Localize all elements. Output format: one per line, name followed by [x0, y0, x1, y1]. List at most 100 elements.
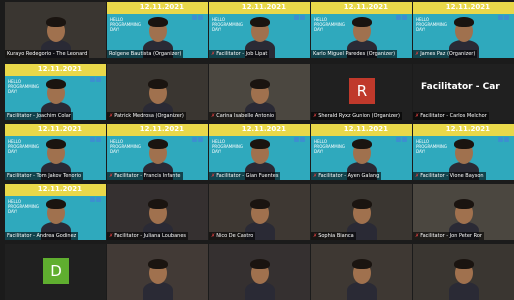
participant-tile[interactable]: 12.11.2021 HELLO PROGRAMMING DAY! ✗Facilit…: [311, 124, 412, 180]
mic-off-icon: ✗: [313, 113, 318, 119]
participant-name: ✗Nico De Castro: [209, 232, 256, 240]
mic-off-icon: ✗: [313, 233, 318, 239]
participant-name: ✗Facilitator - Ayen Galang: [311, 172, 382, 180]
banner-icons: [89, 187, 103, 202]
participant-name: ✗Facilitator - Jon Peter Ror: [413, 232, 484, 240]
participant-video: [243, 256, 277, 300]
participant-name: ✗Carina Isabelle Antonio: [209, 112, 277, 120]
mic-off-icon: ✗: [313, 173, 318, 179]
participant-name-text: Rolgene Bautista (Organizer): [109, 51, 182, 57]
participant-tile[interactable]: 12.11.2021 HELLO PROGRAMMING DAY! ✗Facilit…: [209, 124, 310, 180]
participant-tile[interactable]: ✗Patrick Medrosa (Organizer): [107, 64, 208, 120]
participant-tile[interactable]: 12.11.2021 HELLO PROGRAMMING DAY! ✗James P…: [413, 2, 514, 58]
participant-name-text: Sherald Ryxz Gunion (Organizer): [318, 113, 401, 119]
event-date: 12.11.2021: [37, 185, 82, 193]
event-date: 12.11.2021: [343, 125, 388, 133]
background-text: HELLO PROGRAMMING DAY!: [8, 139, 39, 154]
participant-video: [447, 256, 481, 300]
event-date: 12.11.2021: [37, 65, 82, 73]
participant-name-text: Facilitator - Jon Peter Ror: [420, 233, 482, 239]
banner-icons: [497, 127, 511, 142]
participant-name-text: Facilitator - Juliana Loubanes: [114, 233, 187, 239]
participant-tile[interactable]: 12.11.2021 HELLO PROGRAMMING DAY! ✗Facilit…: [107, 124, 208, 180]
participant-name-text: Sophia Bianca: [318, 233, 354, 239]
participant-name-text: Nico De Castro: [216, 233, 254, 239]
event-date: 12.11.2021: [37, 125, 82, 133]
participant-name: Facilitator - Tom Jakov Tenorio: [5, 172, 84, 180]
participant-tile[interactable]: ✗Carina Isabelle Antonio: [209, 64, 310, 120]
video-grid: Kurayo Redegorio - The Leonard 12.11.2021…: [0, 0, 514, 300]
participant-name: ✗Facilitator - Juliana Loubanes: [107, 232, 189, 240]
participant-name-text: Carina Isabelle Antonio: [216, 113, 275, 119]
participant-tile[interactable]: ✗Facilitator - Jon Peter Ror: [413, 184, 514, 240]
participant-name-text: Facilitator - Gian Fuentes: [216, 173, 279, 179]
participant-tile[interactable]: 12.11.2021 HELLO PROGRAMMING DAY! ✗Facilit…: [413, 124, 514, 180]
mic-off-icon: ✗: [109, 233, 114, 239]
event-date: 12.11.2021: [241, 3, 286, 11]
event-date: 12.11.2021: [139, 125, 184, 133]
participant-tile[interactable]: R ✗Sherald Ryxz Gunion (Organizer): [311, 64, 412, 120]
participant-name: Kurayo Redegorio - The Leonard: [5, 50, 90, 58]
background-text: HELLO PROGRAMMING DAY!: [8, 79, 39, 94]
mic-off-icon: ✗: [415, 51, 420, 57]
participant-name: ✗Sophia Bianca: [311, 232, 356, 240]
participant-name: ✗Sherald Ryxz Gunion (Organizer): [311, 112, 403, 120]
avatar-initial: D: [43, 258, 69, 284]
participant-video: [345, 256, 379, 300]
participant-tile[interactable]: 12.11.2021 HELLO PROGRAMMING DAY! Rolgene …: [107, 2, 208, 58]
background-text: HELLO PROGRAMMING DAY!: [110, 17, 141, 32]
background-text: HELLO PROGRAMMING DAY!: [110, 139, 141, 154]
mic-off-icon: ✗: [415, 233, 420, 239]
event-date: 12.11.2021: [445, 3, 490, 11]
participant-tile[interactable]: 12.11.2021 HELLO PROGRAMMING DAY! Facilita…: [5, 184, 106, 240]
participant-display-name: Facilitator - Car: [421, 82, 500, 92]
participant-name: ✗Facilitator - Job Lipat: [209, 50, 270, 58]
participant-name-text: Facilitator - Carlos Melchor: [420, 113, 487, 119]
participant-name-text: Karlo Miguel Paredes (Organizer): [313, 51, 396, 57]
mic-off-icon: ✗: [211, 113, 216, 119]
participant-tile[interactable]: D: [5, 244, 106, 300]
participant-name: ✗Facilitator - Gian Fuentes: [209, 172, 281, 180]
background-text: HELLO PROGRAMMING DAY!: [416, 17, 447, 32]
participant-tile[interactable]: ✗Facilitator - Juliana Loubanes: [107, 184, 208, 240]
participant-name-text: Facilitator - Ayen Galang: [318, 173, 380, 179]
event-date: 12.11.2021: [445, 125, 490, 133]
participant-name: ✗Facilitator - Vione Bayson: [413, 172, 486, 180]
mic-off-icon: ✗: [211, 173, 216, 179]
participant-name: ✗James Paz (Organizer): [413, 50, 478, 58]
participant-tile[interactable]: [311, 244, 412, 300]
participant-tile[interactable]: ✗Nico De Castro: [209, 184, 310, 240]
participant-tile[interactable]: Kurayo Redegorio - The Leonard: [5, 2, 106, 58]
banner-icons: [395, 127, 409, 142]
banner-icons: [497, 5, 511, 20]
background-text: HELLO PROGRAMMING DAY!: [212, 139, 243, 154]
banner-icons: [191, 127, 205, 142]
mic-off-icon: ✗: [211, 51, 216, 57]
banner-icons: [191, 5, 205, 20]
participant-tile[interactable]: [413, 244, 514, 300]
participant-name: ✗Patrick Medrosa (Organizer): [107, 112, 186, 120]
participant-tile[interactable]: [209, 244, 310, 300]
participant-name: Karlo Miguel Paredes (Organizer): [311, 50, 398, 58]
participant-name-text: Kurayo Redegorio - The Leonard: [7, 51, 88, 57]
event-date: 12.11.2021: [241, 125, 286, 133]
participant-tile[interactable]: [107, 244, 208, 300]
banner-icons: [89, 67, 103, 82]
participant-name-text: Facilitator - Job Lipat: [216, 51, 268, 57]
participant-tile[interactable]: 12.11.2021 HELLO PROGRAMMING DAY! Karlo Mi…: [311, 2, 412, 58]
background-text: HELLO PROGRAMMING DAY!: [314, 139, 345, 154]
participant-tile[interactable]: Facilitator - Car ✗Facilitator - Carlos M…: [413, 64, 514, 120]
mic-off-icon: ✗: [211, 233, 216, 239]
participant-name-text: Facilitator - Vione Bayson: [420, 173, 484, 179]
event-date: 12.11.2021: [139, 3, 184, 11]
participant-tile[interactable]: ✗Sophia Bianca: [311, 184, 412, 240]
participant-name-text: Patrick Medrosa (Organizer): [114, 113, 184, 119]
background-text: HELLO PROGRAMMING DAY!: [314, 17, 345, 32]
participant-name-text: James Paz (Organizer): [420, 51, 476, 57]
mic-off-icon: ✗: [109, 113, 114, 119]
background-text: HELLO PROGRAMMING DAY!: [212, 17, 243, 32]
background-text: HELLO PROGRAMMING DAY!: [8, 199, 39, 214]
participant-tile[interactable]: 12.11.2021 HELLO PROGRAMMING DAY! Facilita…: [5, 64, 106, 120]
participant-tile[interactable]: 12.11.2021 HELLO PROGRAMMING DAY! Facilita…: [5, 124, 106, 180]
participant-tile[interactable]: 12.11.2021 HELLO PROGRAMMING DAY! ✗Facilit…: [209, 2, 310, 58]
